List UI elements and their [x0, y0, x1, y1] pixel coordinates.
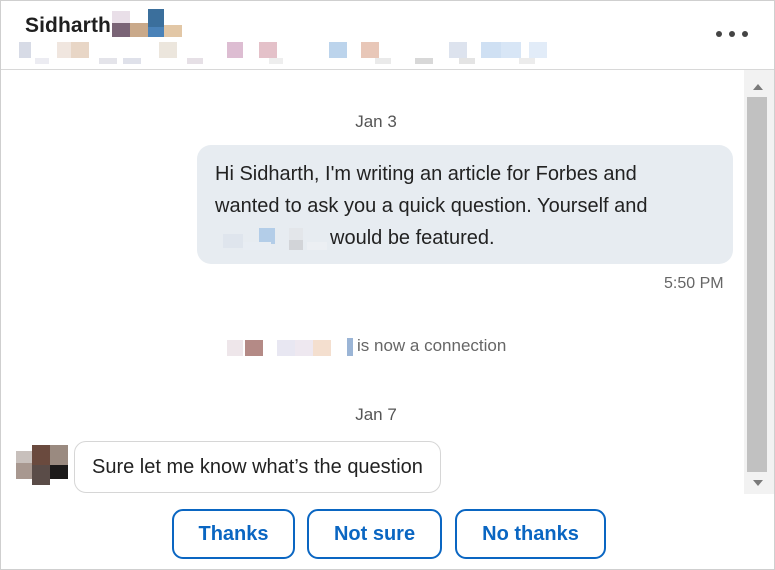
- quick-reply-no-thanks-button[interactable]: No thanks: [455, 509, 606, 559]
- quick-reply-not-sure-button[interactable]: Not sure: [307, 509, 442, 559]
- message-timestamp: 5:50 PM: [664, 275, 724, 292]
- scroll-up-arrow-icon[interactable]: [753, 84, 763, 90]
- redacted-name-mosaic: [112, 9, 182, 37]
- sent-message-line: Hi Sidharth, I'm writing an article for …: [215, 163, 637, 185]
- sender-avatar[interactable]: [16, 445, 68, 485]
- more-horizontal-icon: [716, 31, 722, 37]
- quick-reply-thanks-button[interactable]: Thanks: [172, 509, 295, 559]
- redacted-text-mosaic: [223, 228, 327, 250]
- message-thread: Jan 3 Hi Sidharth, I'm writing an articl…: [1, 70, 741, 494]
- date-divider: Jan 3: [355, 112, 397, 131]
- quick-replies: Thanks Not sure No thanks: [1, 509, 774, 561]
- connection-notice: is now a connection: [227, 334, 547, 358]
- received-message-bubble: Sure let me know what’s the question: [74, 441, 441, 493]
- connection-notice-text: is now a connection: [357, 336, 507, 355]
- contact-name[interactable]: Sidharth: [25, 14, 111, 38]
- sent-message-bubble: Hi Sidharth, I'm writing an article for …: [197, 145, 733, 264]
- thread-scrollbar[interactable]: [744, 70, 774, 494]
- date-divider: Jan 7: [355, 405, 397, 424]
- conversation-header: Sidharth: [1, 1, 774, 70]
- more-horizontal-icon-dot: [729, 31, 735, 37]
- sent-message-line: wanted to ask you a quick question. Your…: [215, 195, 648, 217]
- scroll-thumb[interactable]: [747, 97, 767, 472]
- more-horizontal-icon-dot: [742, 31, 748, 37]
- scroll-down-arrow-icon[interactable]: [753, 480, 763, 486]
- redacted-connection-name-mosaic: [227, 338, 353, 356]
- more-options-button[interactable]: [716, 27, 748, 41]
- messaging-window: Sidharth Jan 3 Hi Sidharth, I'm writing …: [0, 0, 775, 570]
- redacted-headline-mosaic: [19, 42, 547, 64]
